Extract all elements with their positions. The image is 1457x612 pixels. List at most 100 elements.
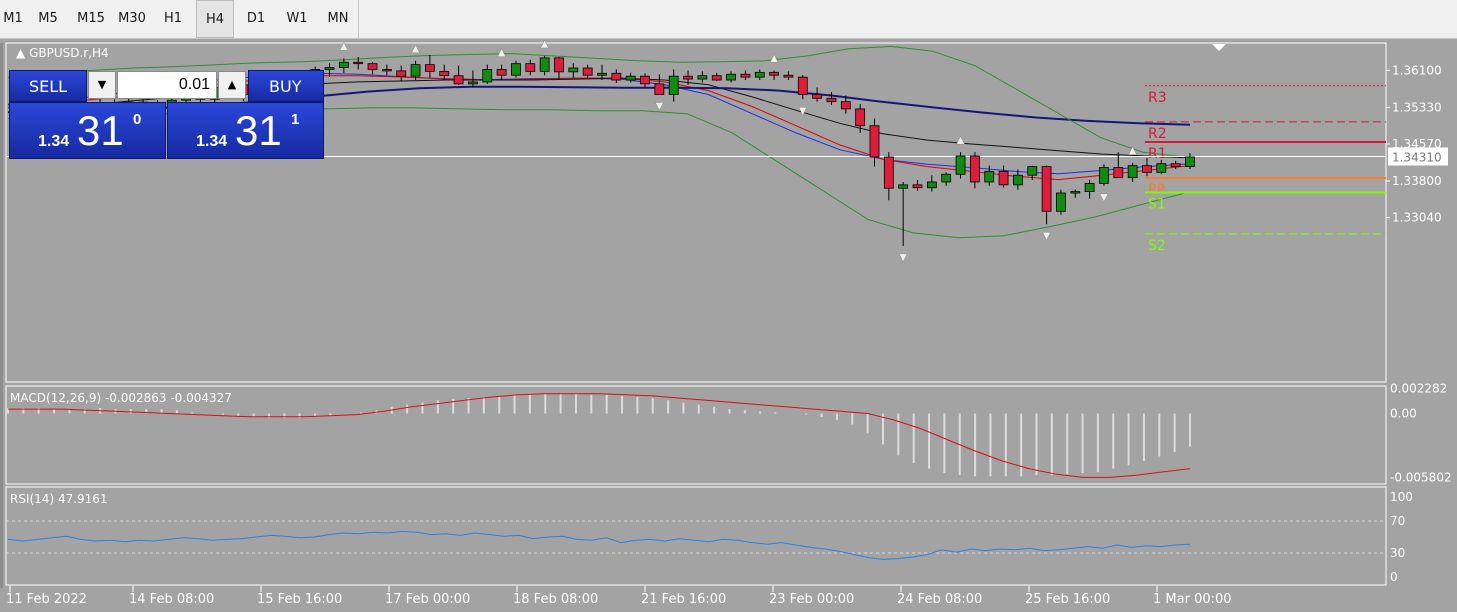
candle-body [439,70,450,77]
candle-body [1170,163,1181,167]
candle-body [582,67,593,76]
sell-price-box[interactable]: 1.34 31 0 [9,102,166,159]
sell-button[interactable]: SELL [9,70,87,102]
tf-button-m30[interactable]: M30 [112,0,152,38]
candle-body [1013,174,1023,186]
time-axis-label: 23 Feb 00:00 [769,592,854,607]
lot-increase-button[interactable]: ▲ [218,71,246,99]
candle-body [1127,165,1138,179]
candle-body [468,81,478,85]
rsi-axis-label: 30 [1390,546,1405,560]
candle-body [597,72,607,76]
price-axis-label: 1.35330 [1392,100,1442,114]
candle-body [941,173,952,183]
toolbar-divider [358,0,359,38]
candle-body [711,75,722,81]
candle-body [1070,191,1081,194]
candle-body [740,73,751,78]
candle-body [840,101,851,110]
candle-body [453,75,464,85]
tf-button-m15[interactable]: M15 [70,0,112,38]
time-axis-label: 21 Feb 16:00 [641,592,726,607]
candle-body [1041,166,1052,212]
lot-size-input[interactable]: 0.01 [117,71,217,99]
time-axis-label: 17 Feb 00:00 [385,592,470,607]
price-axis-label: 1.33800 [1392,174,1442,188]
rsi-axis-label: 100 [1390,490,1413,504]
candle-body [984,170,995,183]
candle-body [425,64,435,72]
sell-label: SELL [29,77,68,96]
tf-button-mn[interactable]: MN [318,0,358,38]
candle-body [611,72,622,81]
tf-button-h4[interactable]: H4 [196,0,234,38]
candle-body [955,155,966,175]
candle-body [640,75,650,85]
symbol-title: ▲ GBPUSD.r,H4 [16,46,109,60]
candle-body [726,73,736,81]
candle-body [683,75,693,80]
left-edge [0,43,3,588]
pivot-label-s1: S1 [1148,197,1166,213]
tf-button-m1[interactable]: M1 [0,0,26,38]
current-price-value: 1.34310 [1392,150,1442,164]
macd-axis-label: 0.00 [1390,407,1417,421]
candle-body [568,67,579,73]
candle-body [511,63,521,76]
candle-body [826,97,837,103]
candle-body [697,75,708,80]
candle-body [812,94,823,99]
macd-title: MACD(12,26,9) -0.002863 -0.004327 [10,391,232,405]
rsi-axis-label: 0 [1390,570,1398,584]
arrow-down-icon: ▼ [97,78,107,91]
time-axis-label: 18 Feb 08:00 [513,592,598,607]
candle-body [969,155,980,183]
rsi-panel-frame [5,486,1387,586]
candle-body [797,76,808,95]
candle-body [1099,167,1109,184]
lot-decrease-button[interactable]: ▼ [88,71,116,99]
timeframe-toolbar: M1 M5 M15 M30 H1 H4 D1 W1 MN [0,0,1457,39]
candle-body [1156,163,1167,173]
pivot-label-r1: R1 [1148,146,1167,162]
candle-body [625,75,636,81]
candle-body [1185,156,1195,167]
collapse-triangle-icon[interactable]: ▲ [16,46,25,60]
rsi-title: RSI(14) 47.9161 [10,492,108,506]
macd-axis-label: 0.002282 [1390,381,1447,395]
candle-body [324,67,335,70]
pivot-label-r2: R2 [1148,126,1167,142]
candle-body [1142,165,1152,173]
buy-price-prefix: 1.34 [196,133,228,150]
candle-body [998,170,1009,186]
candle-body [1027,166,1038,176]
candle-body [754,71,765,78]
time-axis-label: 1 Mar 00:00 [1153,592,1232,607]
candle-body [338,61,349,68]
time-axis-label: 24 Feb 08:00 [897,592,982,607]
candle-body [554,57,564,73]
tf-button-h1[interactable]: H1 [152,0,194,38]
tf-button-m5[interactable]: M5 [26,0,70,38]
candle-body [367,63,378,70]
pivot-label-s2: S2 [1148,238,1166,254]
buy-price-pips: 31 [235,107,282,154]
sell-price-prefix: 1.34 [38,133,70,150]
candle-body [396,70,407,77]
candle-body [482,69,493,83]
candle-body [539,57,550,72]
candle-body [353,61,364,65]
candle-body [381,69,392,72]
tf-button-w1[interactable]: W1 [276,0,318,38]
candle-body [654,83,665,95]
buy-button[interactable]: BUY [248,70,324,102]
time-axis-label: 14 Feb 08:00 [129,592,214,607]
time-axis-label: 11 Feb 2022 [6,592,87,607]
macd-axis-label: -0.005802 [1390,470,1452,484]
price-axis-label: 1.33040 [1392,211,1442,225]
tf-button-d1[interactable]: D1 [236,0,276,38]
buy-price-box[interactable]: 1.34 31 1 [167,102,324,159]
pivot-label-r3: R3 [1148,90,1167,106]
arrow-up-icon: ▲ [227,78,237,91]
buy-label: BUY [269,77,302,96]
